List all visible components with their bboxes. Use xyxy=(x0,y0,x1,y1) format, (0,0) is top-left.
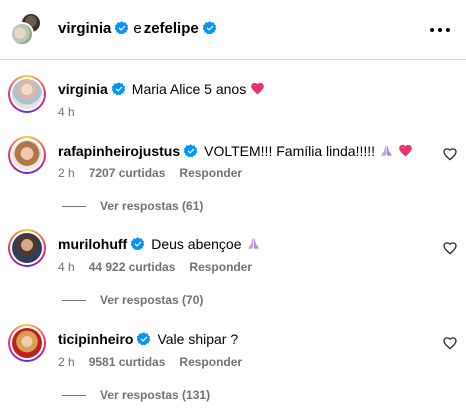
caption-username[interactable]: virginia xyxy=(58,81,108,97)
reply-button[interactable]: Responder xyxy=(189,260,252,274)
reply-button[interactable]: Responder xyxy=(179,166,242,180)
view-replies-button[interactable]: Ver respostas (61) xyxy=(62,199,203,213)
verified-badge-icon xyxy=(184,144,198,158)
avatar xyxy=(12,233,42,263)
header-authors: virginia e zefelipe xyxy=(58,20,217,38)
view-replies-label: Ver respostas (61) xyxy=(100,199,204,213)
header-username-virginia[interactable]: virginia xyxy=(58,20,111,37)
caption-time[interactable]: 4 h xyxy=(58,105,75,119)
comment-meta: 2 h 9581 curtidas Responder xyxy=(58,355,242,369)
header-connector: e xyxy=(133,20,142,37)
comment-time[interactable]: 2 h xyxy=(58,166,75,180)
comment-username[interactable]: rafapinheirojustus xyxy=(58,143,180,159)
comment-meta: 4 h 44 922 curtidas Responder xyxy=(58,260,252,274)
pink-heart-emoji-icon xyxy=(398,143,413,158)
comment-likes[interactable]: 9581 curtidas xyxy=(89,355,166,369)
like-heart-icon[interactable] xyxy=(442,146,458,162)
comment-text: Vale shipar ? xyxy=(157,331,239,347)
avatar-virginia-story[interactable] xyxy=(8,75,46,113)
more-options-icon[interactable] xyxy=(430,20,450,40)
header-username-zefelipe[interactable]: zefelipe xyxy=(144,20,199,37)
comment-text: Deus abençoe xyxy=(151,236,242,252)
caption-meta: 4 h xyxy=(58,105,75,119)
avatar-ticipinheiro-story[interactable] xyxy=(8,324,46,362)
view-replies-label: Ver respostas (131) xyxy=(100,388,211,402)
like-heart-icon[interactable] xyxy=(442,240,458,256)
comment-line: murilohuff Deus abençoe xyxy=(58,235,261,253)
comment-text: VOLTEM!!! Família linda!!!!! xyxy=(204,143,376,159)
replies-divider xyxy=(62,299,86,301)
verified-badge-icon xyxy=(115,21,129,35)
avatar-murilohuff-story[interactable] xyxy=(8,229,46,267)
verified-badge-icon xyxy=(137,332,151,346)
replies-divider xyxy=(62,205,86,207)
verified-badge-icon xyxy=(131,237,145,251)
comment-username[interactable]: murilohuff xyxy=(58,236,127,252)
comment-likes[interactable]: 7207 curtidas xyxy=(89,166,166,180)
comment-username[interactable]: ticipinheiro xyxy=(58,331,133,347)
view-replies-button[interactable]: Ver respostas (131) xyxy=(62,388,210,402)
like-heart-icon[interactable] xyxy=(442,335,458,351)
comment-likes[interactable]: 44 922 curtidas xyxy=(89,260,176,274)
collab-avatars[interactable] xyxy=(10,12,44,46)
comment-line: rafapinheirojustus VOLTEM!!! Família lind… xyxy=(58,142,413,160)
avatar-rafapinheirojustus-story[interactable] xyxy=(8,136,46,174)
verified-badge-icon xyxy=(203,21,217,35)
avatar xyxy=(12,79,42,109)
pink-heart-emoji-icon xyxy=(250,81,265,96)
caption-line: virginia Maria Alice 5 anos xyxy=(58,80,265,98)
comment-time[interactable]: 2 h xyxy=(58,355,75,369)
post-header: virginia e zefelipe xyxy=(0,0,466,60)
praying-hands-emoji-icon xyxy=(246,236,261,251)
praying-hands-emoji-icon xyxy=(379,143,394,158)
view-replies-button[interactable]: Ver respostas (70) xyxy=(62,293,203,307)
replies-divider xyxy=(62,394,86,396)
avatar xyxy=(12,328,42,358)
comment-time[interactable]: 4 h xyxy=(58,260,75,274)
caption-text: Maria Alice 5 anos xyxy=(131,81,247,97)
comment-meta: 2 h 7207 curtidas Responder xyxy=(58,166,242,180)
avatar-virginia[interactable] xyxy=(10,22,34,46)
avatar xyxy=(12,140,42,170)
reply-button[interactable]: Responder xyxy=(179,355,242,369)
verified-badge-icon xyxy=(112,82,126,96)
view-replies-label: Ver respostas (70) xyxy=(100,293,204,307)
comment-line: ticipinheiro Vale shipar ? xyxy=(58,330,238,348)
